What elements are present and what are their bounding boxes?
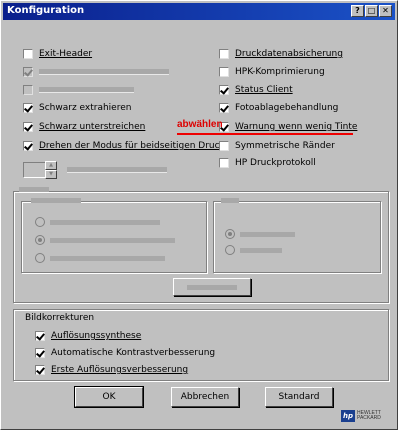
logo-line2: PACKARD — [357, 415, 381, 421]
annotation-deselect: abwählen — [177, 119, 223, 130]
group-title-placeholder — [19, 187, 49, 192]
option-label: Automatische Kontrastverbesserung — [51, 348, 216, 358]
option-label: Schwarz unterstreichen — [39, 122, 146, 132]
option-photo-handling[interactable]: Fotoablagebehandlung — [219, 101, 338, 115]
option-label: Druckdatenabsicherung — [235, 49, 343, 59]
checkbox[interactable] — [35, 348, 45, 358]
radio-disabled-1 — [35, 215, 160, 229]
checkbox — [23, 67, 33, 77]
titlebar-buttons: ? □ ✕ — [351, 5, 392, 17]
close-button[interactable]: ✕ — [379, 5, 392, 17]
disabled-label-placeholder — [240, 231, 295, 237]
checkbox[interactable] — [23, 122, 33, 132]
option-data-safety[interactable]: Druckdatenabsicherung — [219, 47, 343, 61]
subgroup-title-placeholder — [31, 198, 81, 203]
option-label: Schwarz extrahieren — [39, 103, 132, 113]
radio — [35, 217, 45, 227]
option-status-client[interactable]: Status Client — [219, 83, 293, 97]
option-label: Exit-Header — [39, 49, 93, 59]
ok-button[interactable]: OK — [74, 386, 144, 408]
checkbox[interactable] — [23, 49, 33, 59]
option-label: Erste Auflösungsverbesserung — [51, 365, 189, 375]
disabled-label-placeholder — [39, 87, 134, 93]
option-low-ink-warning[interactable]: Warnung wenn wenig Tinte — [219, 120, 357, 134]
disabled-label-placeholder — [50, 237, 175, 243]
checkbox[interactable] — [219, 158, 229, 168]
checkbox[interactable] — [219, 67, 229, 77]
radio — [35, 253, 45, 263]
option-label: Warnung wenn wenig Tinte — [235, 122, 358, 132]
checkbox[interactable] — [219, 85, 229, 95]
disabled-label-placeholder — [67, 167, 167, 173]
radio-disabled-3 — [35, 251, 165, 265]
option-black-extract[interactable]: Schwarz extrahieren — [23, 101, 131, 115]
subgroup-title-placeholder — [221, 198, 239, 203]
option-symmetric-margins[interactable]: Symmetrische Ränder — [219, 139, 335, 153]
maximize-button[interactable]: □ — [365, 5, 378, 17]
option-label: Auflösungssynthese — [51, 331, 142, 341]
cancel-button[interactable]: Abbrechen — [171, 387, 239, 407]
spin-up-icon: ▲ — [45, 161, 57, 170]
radio — [35, 235, 45, 245]
disabled-label-placeholder — [50, 219, 160, 225]
option-duplex-rotate[interactable]: Drehen der Modus für beidseitigen Druck — [23, 139, 225, 153]
option-resolution-synthesis[interactable]: Auflösungssynthese — [35, 329, 141, 343]
config-dialog: Konfiguration ? □ ✕ Exit-Header Schwarz … — [0, 0, 398, 430]
checkbox[interactable] — [219, 141, 229, 151]
radio — [225, 229, 235, 239]
disabled-label-placeholder — [39, 69, 169, 75]
spinner-buttons: ▲ ▼ — [45, 161, 57, 179]
option-disabled-2 — [23, 83, 134, 97]
title-bar: Konfiguration ? □ ✕ — [3, 3, 395, 20]
option-label: Drehen der Modus für beidseitigen Druck — [39, 141, 225, 151]
disabled-label-placeholder — [50, 255, 165, 261]
disabled-label-placeholder — [240, 247, 282, 253]
option-label: Fotoablagebehandlung — [235, 103, 339, 113]
image-correction-title: Bildkorrekturen — [23, 313, 97, 323]
hp-logo: hp HEWLETT PACKARD — [341, 409, 385, 423]
option-black-underline[interactable]: Schwarz unterstreichen — [23, 120, 145, 134]
option-first-resolution[interactable]: Erste Auflösungsverbesserung — [35, 363, 188, 377]
checkbox — [23, 85, 33, 95]
option-label: HP Druckprotokoll — [235, 158, 316, 168]
annotation-underline — [177, 133, 353, 135]
window-title: Konfiguration — [7, 5, 85, 16]
option-label: Symmetrische Ränder — [235, 141, 335, 151]
radio-disabled-4 — [225, 227, 295, 241]
radio — [225, 245, 235, 255]
hp-wordmark: HEWLETT PACKARD — [357, 411, 381, 421]
checkbox[interactable] — [35, 365, 45, 375]
checkbox[interactable] — [23, 141, 33, 151]
checkbox[interactable] — [35, 331, 45, 341]
radio-disabled-2 — [35, 233, 175, 247]
checkbox[interactable] — [219, 49, 229, 59]
option-label: HPK-Komprimierung — [235, 67, 325, 77]
disabled-group-button — [173, 278, 251, 296]
option-hp-print-log[interactable]: HP Druckprotokoll — [219, 156, 316, 170]
spin-down-icon: ▼ — [45, 170, 57, 179]
option-label: Status Client — [235, 85, 293, 95]
checkbox[interactable] — [219, 103, 229, 113]
help-button[interactable]: ? — [351, 5, 364, 17]
option-hpk-compression[interactable]: HPK-Komprimierung — [219, 65, 325, 79]
option-disabled-1 — [23, 65, 169, 79]
checkbox[interactable] — [23, 103, 33, 113]
default-button[interactable]: Standard — [265, 387, 333, 407]
disabled-label-placeholder — [187, 284, 237, 290]
hp-logo-icon: hp — [341, 410, 355, 422]
radio-disabled-5 — [225, 243, 282, 257]
option-exit-header[interactable]: Exit-Header — [23, 47, 92, 61]
option-auto-contrast[interactable]: Automatische Kontrastverbesserung — [35, 346, 215, 360]
